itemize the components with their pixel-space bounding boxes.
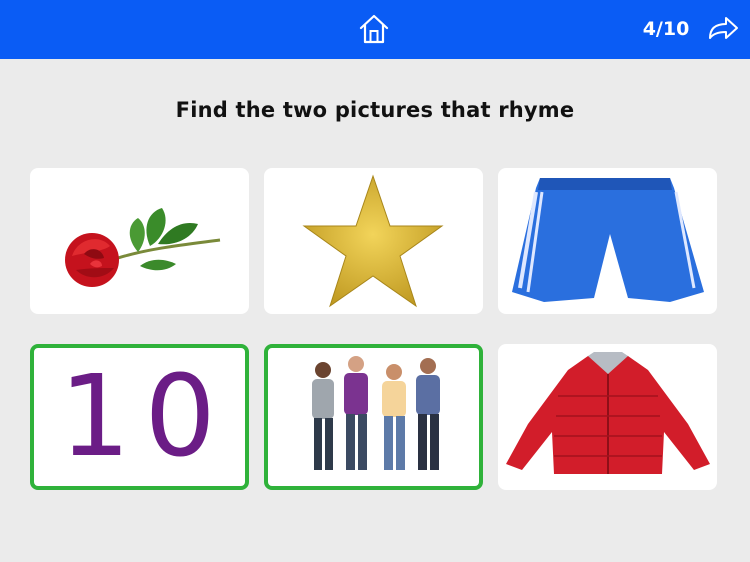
progress-counter: 4/10 [642,18,690,40]
number-ten-image: 10 [59,352,230,482]
rose-image [65,208,221,287]
top-bar: 4/10 [0,0,750,59]
picture-card-star[interactable] [264,168,483,314]
forward-arrow-icon [709,17,738,39]
home-button[interactable] [357,12,391,46]
next-button[interactable] [706,14,740,44]
star-image [302,174,444,308]
picture-card-shorts[interactable] [498,168,717,314]
shorts-image [512,178,704,302]
four-men-image [312,356,440,470]
home-icon [359,14,389,44]
instruction-text: Find the two pictures that rhyme [175,98,575,122]
picture-card-ten[interactable]: 10 [30,344,249,490]
picture-card-men[interactable] [264,344,483,490]
jacket-image [506,352,710,474]
picture-card-jacket[interactable] [498,344,717,490]
picture-card-rose[interactable] [30,168,249,314]
